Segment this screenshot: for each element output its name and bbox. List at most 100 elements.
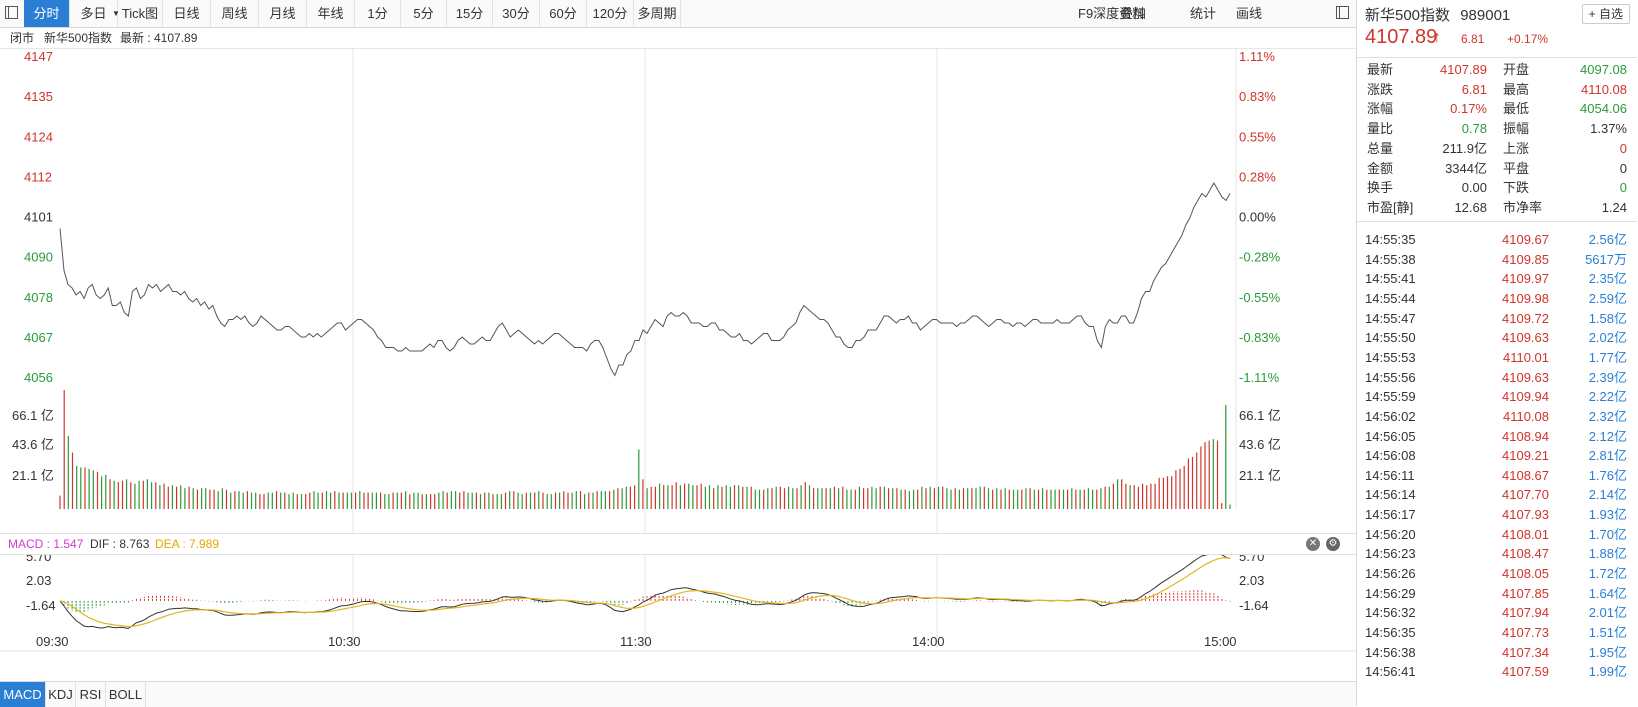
tick-row: 14:55:38 4109.85 5617万 [1357, 250, 1637, 270]
tab-13[interactable]: 多周期 [634, 0, 681, 27]
tick-row: 14:56:05 4108.94 2.12亿 [1357, 427, 1637, 447]
stat-row: 金额 3344亿 平盘 0 [1357, 159, 1637, 179]
stat-row: 最新 4107.89 开盘 4097.08 [1357, 60, 1637, 80]
market-state: 闭市 [10, 31, 35, 45]
tick-time: 14:56:23 [1365, 546, 1416, 562]
percent-tick-right: 1.11% [1239, 49, 1275, 64]
add-watchlist-button[interactable]: + 自选 [1581, 4, 1630, 24]
tick-time: 14:55:50 [1365, 330, 1416, 346]
stat-label: 市盈[静] [1367, 199, 1414, 215]
stat-row: 涨跌 6.81 最高 4110.08 [1357, 80, 1637, 100]
tab-8[interactable]: 5分 [401, 0, 447, 27]
tab-10[interactable]: 30分 [493, 0, 540, 27]
tab-2[interactable]: Tick图 [118, 0, 163, 27]
tick-row: 14:55:50 4109.63 2.02亿 [1357, 328, 1637, 348]
stat-label: 市净率 [1503, 199, 1543, 215]
close-icon[interactable]: ✕ [1306, 537, 1320, 551]
percent-tick-right: 0.83% [1239, 89, 1276, 104]
tick-row: 14:55:41 4109.97 2.35亿 [1357, 269, 1637, 289]
tab-1[interactable]: 多日 [70, 0, 118, 27]
intraday-chart[interactable]: 4147 1.11% 4135 0.83% 4124 0.55% 4112 0.28% 4101… [0, 48, 1356, 681]
tick-time: 14:55:41 [1365, 271, 1416, 287]
toolbar-right-3[interactable]: 画线 [1236, 0, 1262, 27]
tick-row: 14:56:17 4107.93 1.93亿 [1357, 505, 1637, 525]
stat-row: 涨幅 0.17% 最低 4054.06 [1357, 99, 1637, 119]
tab-11[interactable]: 60分 [540, 0, 587, 27]
stat-value: 0 [1619, 140, 1627, 156]
indicator-tab-3[interactable]: BOLL [106, 682, 146, 707]
percent-tick-right: 0.00% [1239, 210, 1276, 225]
tick-volume: 2.39亿 [1588, 369, 1627, 385]
macd-tick-right: -1.64 [1239, 598, 1269, 613]
indicator-tab-1[interactable]: KDJ [46, 682, 76, 707]
price-tick-left: 4078 [24, 290, 53, 305]
tick-price: 4108.94 [1502, 428, 1549, 444]
tick-volume: 1.77亿 [1588, 349, 1627, 365]
tick-volume: 1.58亿 [1588, 310, 1627, 326]
tick-price: 4109.94 [1502, 389, 1549, 405]
tick-time: 14:56:29 [1365, 585, 1416, 601]
macd-tick-left: -1.64 [26, 598, 56, 613]
toolbar-right-1[interactable]: 叠加 [1120, 0, 1146, 27]
time-tick: 10:30 [328, 634, 361, 649]
stat-label: 平盘 [1503, 160, 1530, 176]
macd-tick-left: 2.03 [26, 573, 51, 588]
tab-3[interactable]: 日线 [163, 0, 211, 27]
price-tick-left: 4067 [24, 330, 53, 345]
volume-tick-left: 43.6 亿 [12, 437, 54, 452]
tick-volume: 1.70亿 [1588, 526, 1627, 542]
time-tick: 14:00 [912, 634, 945, 649]
tick-row: 14:55:35 4109.67 2.56亿 [1357, 230, 1637, 250]
stat-label: 总量 [1367, 140, 1394, 156]
indicator-tab-2[interactable]: RSI [76, 682, 106, 707]
volume-tick-right: 43.6 亿 [1239, 437, 1281, 452]
percent-tick-right: -0.55% [1239, 290, 1281, 305]
price-tick-left: 4056 [24, 370, 53, 385]
toolbar-right-2[interactable]: 统计 [1190, 0, 1216, 27]
tick-time: 14:55:38 [1365, 251, 1416, 267]
percent-tick-right: -0.28% [1239, 250, 1281, 265]
tab-7[interactable]: 1分 [355, 0, 401, 27]
stat-row: 总量 211.9亿 上涨 0 [1357, 139, 1637, 159]
tick-volume: 2.02亿 [1588, 330, 1627, 346]
price-tick-left: 4090 [24, 250, 53, 265]
tick-price: 4107.34 [1502, 644, 1549, 660]
tab-4[interactable]: 周线 [211, 0, 259, 27]
left-panel-toggle-icon[interactable] [5, 6, 18, 19]
tick-time: 14:56:38 [1365, 644, 1416, 660]
tick-volume: 2.12亿 [1588, 428, 1627, 444]
stat-value: 3344亿 [1445, 160, 1487, 176]
tab-9[interactable]: 15分 [447, 0, 493, 27]
tick-volume: 2.32亿 [1588, 408, 1627, 424]
right-panel-toggle-icon[interactable] [1336, 6, 1349, 19]
macd-tick-right: 2.03 [1239, 573, 1264, 588]
volume-tick-left: 21.1 亿 [12, 468, 54, 483]
tick-time: 14:56:05 [1365, 428, 1416, 444]
tick-row: 14:56:14 4107.70 2.14亿 [1357, 485, 1637, 505]
tick-price: 4107.59 [1502, 664, 1549, 680]
quote-stats: 最新 4107.89 开盘 4097.08 涨跌 6.81 最高 4110.08 涨… [1357, 57, 1637, 222]
tick-price: 4110.08 [1502, 408, 1549, 424]
tab-12[interactable]: 120分 [587, 0, 634, 27]
tick-row: 14:55:53 4110.01 1.77亿 [1357, 348, 1637, 368]
stat-value: 4107.89 [1440, 62, 1487, 77]
tick-volume: 1.95亿 [1588, 644, 1627, 660]
index-name: 新华500指数 [44, 31, 113, 45]
price-change: 6.81 [1461, 32, 1485, 46]
tick-row: 14:56:11 4108.67 1.76亿 [1357, 466, 1637, 486]
tick-row: 14:56:26 4108.05 1.72亿 [1357, 564, 1637, 584]
tick-row: 14:55:47 4109.72 1.58亿 [1357, 309, 1637, 329]
tab-0[interactable]: 分时 [24, 0, 70, 27]
chevron-down-icon[interactable]: ▼ [112, 0, 120, 27]
tick-time: 14:55:53 [1365, 349, 1416, 365]
tab-6[interactable]: 年线 [307, 0, 355, 27]
tick-row: 14:55:44 4109.98 2.59亿 [1357, 289, 1637, 309]
tick-price: 4107.85 [1502, 585, 1549, 601]
stat-value: 211.9亿 [1442, 140, 1487, 156]
gear-icon[interactable]: ⚙ [1326, 537, 1340, 551]
stat-value: 4054.06 [1580, 101, 1627, 117]
tab-5[interactable]: 月线 [259, 0, 307, 27]
stat-value: 4097.08 [1580, 62, 1627, 77]
tick-time: 14:56:08 [1365, 448, 1416, 464]
indicator-tab-0[interactable]: MACD [0, 682, 46, 707]
